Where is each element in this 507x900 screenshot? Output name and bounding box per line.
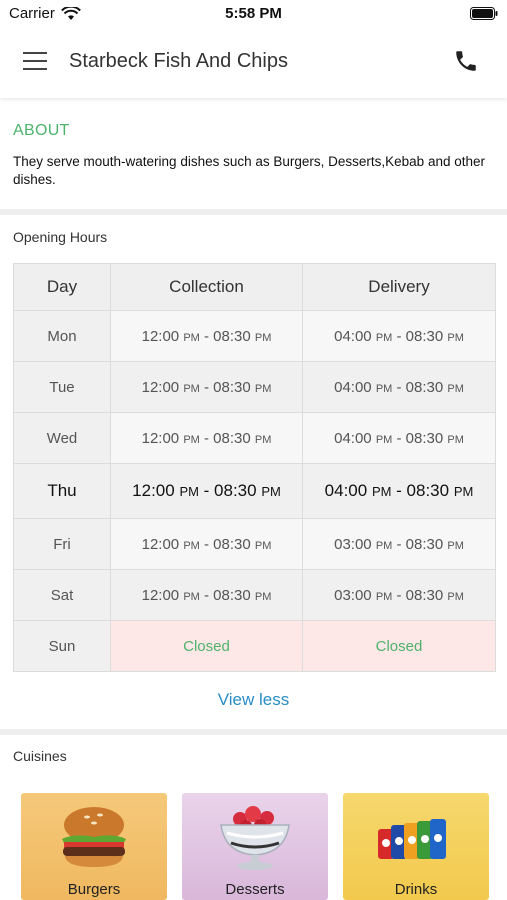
clock: 5:58 PM — [225, 5, 282, 22]
table-row: Mon 12:00 PM - 08:30 PM 04:00 PM - 08:30… — [13, 310, 496, 362]
collection-cell: 12:00 PM - 08:30 PM — [110, 569, 303, 621]
table-header-row: Day Collection Delivery — [13, 263, 496, 311]
collection-cell: 12:00 PM - 08:30 PM — [110, 518, 303, 570]
section-divider — [0, 729, 507, 735]
cuisine-card-burgers[interactable]: Burgers — [21, 793, 167, 900]
battery-icon — [470, 7, 498, 20]
delivery-cell: 04:00 PM - 08:30 PM — [302, 310, 496, 362]
delivery-cell: 04:00 PM - 08:30 PM — [302, 412, 496, 464]
day-cell: Wed — [13, 412, 111, 464]
delivery-cell: 03:00 PM - 08:30 PM — [302, 569, 496, 621]
about-section: ABOUT They serve mouth-watering dishes s… — [0, 106, 507, 210]
hamburger-menu-icon[interactable] — [23, 52, 47, 72]
table-row-today: Thu 12:00 PM - 08:30 PM 04:00 PM - 08:30… — [13, 463, 496, 519]
day-cell: Fri — [13, 518, 111, 570]
collection-cell: 12:00 PM - 08:30 PM — [110, 361, 303, 413]
column-header-day: Day — [13, 263, 111, 311]
column-header-collection: Collection — [110, 263, 303, 311]
day-cell: Thu — [13, 463, 111, 519]
cuisine-name: Burgers — [67, 881, 121, 898]
table-row: Fri 12:00 PM - 08:30 PM 03:00 PM - 08:30… — [13, 518, 496, 570]
about-description: They serve mouth-watering dishes such as… — [13, 154, 485, 187]
drinks-icon — [378, 819, 446, 859]
delivery-closed-cell: Closed — [302, 620, 496, 672]
collection-cell: 12:00 PM - 08:30 PM — [110, 310, 303, 362]
phone-icon[interactable] — [453, 48, 479, 74]
status-bar: Carrier 5:58 PM — [0, 0, 507, 28]
dessert-icon — [220, 806, 290, 870]
cuisine-name: Desserts — [225, 881, 285, 898]
column-header-delivery: Delivery — [302, 263, 496, 311]
table-row: Tue 12:00 PM - 08:30 PM 04:00 PM - 08:30… — [13, 361, 496, 413]
restaurant-title: Starbeck Fish And Chips — [69, 50, 288, 72]
collection-cell: 12:00 PM - 08:30 PM — [110, 412, 303, 464]
opening-hours-table: Day Collection Delivery Mon 12:00 PM - 0… — [13, 263, 496, 672]
day-cell: Mon — [13, 310, 111, 362]
cuisines-heading: Cuisines — [13, 748, 67, 764]
collection-closed-cell: Closed — [110, 620, 303, 672]
day-cell: Sat — [13, 569, 111, 621]
cuisine-card-desserts[interactable]: Desserts — [182, 793, 328, 900]
section-divider — [0, 209, 507, 215]
view-less-link[interactable]: View less — [0, 690, 507, 710]
table-row: Wed 12:00 PM - 08:30 PM 04:00 PM - 08:30… — [13, 412, 496, 464]
day-cell: Sun — [13, 620, 111, 672]
collection-cell: 12:00 PM - 08:30 PM — [110, 463, 303, 519]
about-heading: ABOUT — [13, 122, 70, 139]
table-row: Sun Closed Closed — [13, 620, 496, 672]
delivery-cell: 04:00 PM - 08:30 PM — [302, 463, 496, 519]
delivery-cell: 03:00 PM - 08:30 PM — [302, 518, 496, 570]
app-header: Starbeck Fish And Chips — [0, 28, 507, 98]
cuisine-name: Drinks — [394, 881, 438, 898]
burger-icon — [62, 807, 126, 867]
delivery-cell: 04:00 PM - 08:30 PM — [302, 361, 496, 413]
cuisine-card-drinks[interactable]: Drinks — [343, 793, 489, 900]
day-cell: Tue — [13, 361, 111, 413]
table-row: Sat 12:00 PM - 08:30 PM 03:00 PM - 08:30… — [13, 569, 496, 621]
opening-hours-heading: Opening Hours — [13, 229, 108, 245]
